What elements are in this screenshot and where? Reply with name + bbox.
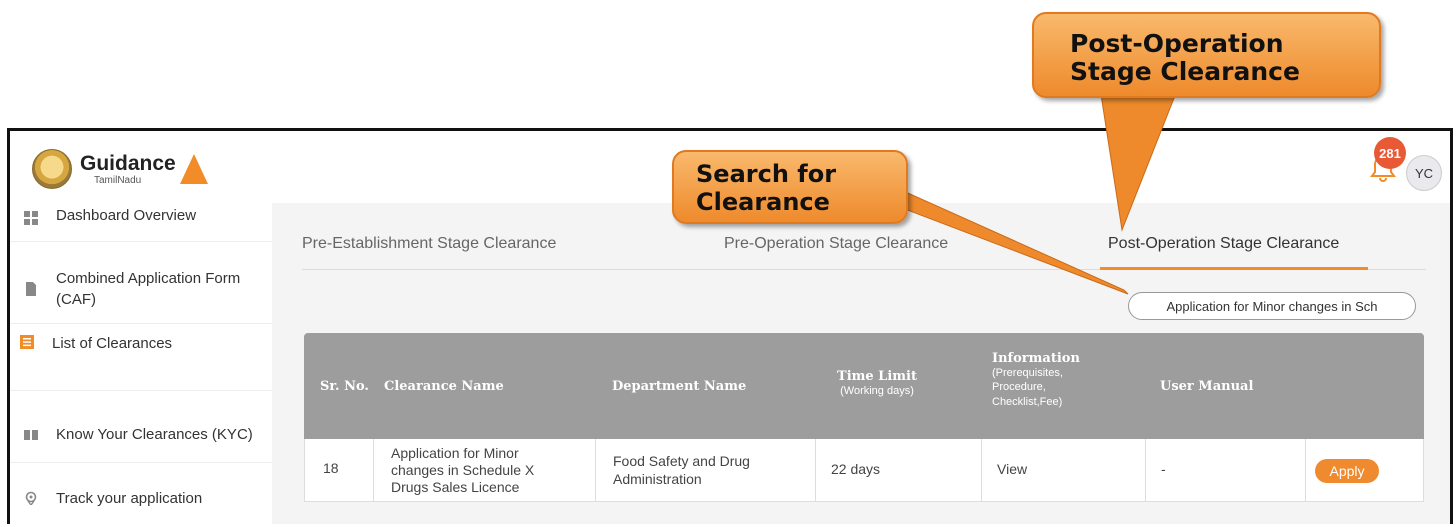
cell-department-name-line: Food Safety and Drug <box>613 453 750 469</box>
grid-icon <box>24 211 38 225</box>
cell-clearance-name: Application for Minor changes in Schedul… <box>391 445 534 496</box>
main-content: Pre-Establishment Stage Clearance Pre-Op… <box>272 203 1450 524</box>
cell-sr-no: 18 <box>323 460 339 476</box>
guidance-logo[interactable]: Guidance TamilNadu <box>32 146 208 192</box>
cell-time-limit: 22 days <box>831 461 881 477</box>
header-department-name: Department Name <box>612 379 747 394</box>
cell-clearance-name-line: changes in Schedule X <box>391 462 535 478</box>
header-time-limit-sub: (Working days) <box>840 385 914 397</box>
header-time-limit-label: Time Limit <box>837 369 917 384</box>
view-info-link[interactable]: View <box>997 461 1027 477</box>
table-row: 18 Application for Minor changes in Sche… <box>304 439 1424 502</box>
tab-pre-establishment[interactable]: Pre-Establishment Stage Clearance <box>302 235 556 253</box>
temple-icon <box>179 154 208 184</box>
cell-department-name: Food Safety and Drug Administration <box>613 452 750 488</box>
tamilnadu-emblem-icon <box>32 149 72 189</box>
sidebar-item-clearances[interactable]: List of Clearances <box>10 327 272 391</box>
callout-text-line: Search for <box>696 160 837 188</box>
sidebar: Dashboard Overview Combined Application … <box>10 203 272 524</box>
header-information-label: Information <box>992 351 1080 366</box>
document-icon <box>26 282 36 296</box>
post-operation-callout: Post-Operation Stage Clearance <box>1032 12 1381 98</box>
tab-pre-operation[interactable]: Pre-Operation Stage Clearance <box>724 235 948 253</box>
search-clearance-callout: Search for Clearance <box>672 150 908 224</box>
sidebar-item-label: Combined Application Form (CAF) <box>56 270 241 308</box>
header-user-manual: User Manual <box>1160 379 1254 394</box>
clearance-search-input[interactable]: Application for Minor changes in Sch <box>1128 292 1416 320</box>
book-icon <box>24 429 38 440</box>
header-time-limit: Time Limit (Working days) <box>822 369 932 398</box>
callout-text-line: Clearance <box>696 188 830 216</box>
brand-sub: TamilNadu <box>94 174 142 186</box>
list-icon <box>20 335 34 349</box>
header-sr-no: Sr. No. <box>320 379 369 394</box>
active-tab-indicator <box>1100 267 1368 270</box>
callout-text-line: Stage Clearance <box>1070 57 1300 86</box>
cell-department-name-line: Administration <box>613 471 702 487</box>
sidebar-item-label: Track your application <box>56 489 203 507</box>
sidebar-item-kyc[interactable]: Know Your Clearances (KYC) <box>10 391 272 463</box>
sidebar-item-label: Dashboard Overview <box>56 207 197 224</box>
cell-clearance-name-line: Application for Minor <box>391 445 519 461</box>
header-information-sub: Procedure, <box>992 381 1046 394</box>
header-information-sub: (Prerequisites, <box>992 367 1063 379</box>
cell-clearance-name-line: Drugs Sales Licence <box>391 479 520 495</box>
sidebar-item-caf[interactable]: Combined Application Form (CAF) <box>10 255 272 324</box>
table-header: Sr. No. Clearance Name Department Name T… <box>304 333 1424 439</box>
cell-user-manual: - <box>1161 461 1166 477</box>
brand-name: Guidance <box>80 151 176 175</box>
stage-tabs: Pre-Establishment Stage Clearance Pre-Op… <box>302 227 1426 270</box>
apply-button[interactable]: Apply <box>1315 459 1379 483</box>
clearances-table: Sr. No. Clearance Name Department Name T… <box>304 333 1424 502</box>
user-avatar[interactable]: YC <box>1406 155 1442 191</box>
sidebar-item-track[interactable]: Track your application <box>10 463 272 523</box>
callout-text-line: Post-Operation <box>1070 29 1284 58</box>
sidebar-item-dashboard[interactable]: Dashboard Overview <box>10 203 272 242</box>
location-pin-icon <box>25 491 37 505</box>
notification-count-badge: 281 <box>1374 137 1406 169</box>
header-information: Information (Prerequisites, Procedure, C… <box>992 351 1080 409</box>
tab-post-operation[interactable]: Post-Operation Stage Clearance <box>1108 235 1339 253</box>
sidebar-item-label: List of Clearances <box>52 335 173 352</box>
sidebar-item-label: Know Your Clearances (KYC) <box>56 426 253 443</box>
header-information-sub: Checklist,Fee) <box>992 395 1063 408</box>
header-clearance-name: Clearance Name <box>384 379 504 394</box>
